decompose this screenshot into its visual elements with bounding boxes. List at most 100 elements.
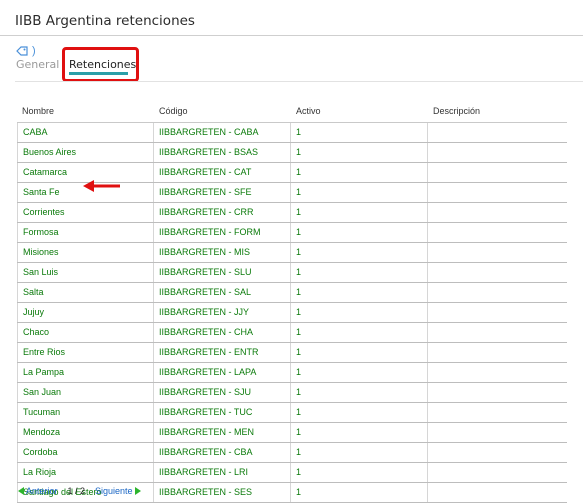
cell-codigo: IIBBARGRETEN - TUC — [154, 403, 291, 422]
cell-activo: 1 — [291, 343, 428, 362]
tag-icon — [16, 46, 28, 56]
table-row[interactable]: Jujuy IIBBARGRETEN - JJY 1 — [17, 303, 567, 323]
cell-nombre: San Luis — [17, 263, 154, 282]
column-header-activo[interactable]: Activo — [291, 104, 428, 122]
cell-activo: 1 — [291, 223, 428, 242]
cell-activo: 1 — [291, 483, 428, 502]
table-row[interactable]: Tucuman IIBBARGRETEN - TUC 1 — [17, 403, 567, 423]
cell-descripcion — [428, 483, 567, 502]
cell-descripcion — [428, 243, 567, 262]
cell-descripcion — [428, 443, 567, 462]
cell-descripcion — [428, 363, 567, 382]
next-page-label: Siguiente — [95, 486, 133, 496]
table-row[interactable]: La Rioja IIBBARGRETEN - LRI 1 — [17, 463, 567, 483]
cell-activo: 1 — [291, 303, 428, 322]
cell-descripcion — [428, 223, 567, 242]
cell-descripcion — [428, 183, 567, 202]
table-row[interactable]: Entre Rios IIBBARGRETEN - ENTR 1 — [17, 343, 567, 363]
cell-nombre: Salta — [17, 283, 154, 302]
cell-nombre: Formosa — [17, 223, 154, 242]
cell-nombre: San Juan — [17, 383, 154, 402]
cell-nombre: Corrientes — [17, 203, 154, 222]
cell-codigo: IIBBARGRETEN - MEN — [154, 423, 291, 442]
table-row[interactable]: CABA IIBBARGRETEN - CABA 1 — [17, 123, 567, 143]
cell-codigo: IIBBARGRETEN - CRR — [154, 203, 291, 222]
tab-general[interactable]: General — [16, 58, 59, 71]
cell-nombre: Chaco — [17, 323, 154, 342]
table-row[interactable]: Chaco IIBBARGRETEN - CHA 1 — [17, 323, 567, 343]
cell-descripcion — [428, 263, 567, 282]
cell-codigo: IIBBARGRETEN - CHA — [154, 323, 291, 342]
cell-descripcion — [428, 403, 567, 422]
cell-activo: 1 — [291, 383, 428, 402]
cell-activo: 1 — [291, 363, 428, 382]
column-header-descripcion[interactable]: Descripción — [428, 104, 567, 122]
table-row[interactable]: Salta IIBBARGRETEN - SAL 1 — [17, 283, 567, 303]
cell-codigo: IIBBARGRETEN - SAL — [154, 283, 291, 302]
cell-activo: 1 — [291, 123, 428, 142]
cell-nombre: CABA — [17, 123, 154, 142]
cell-codigo: IIBBARGRETEN - SES — [154, 483, 291, 502]
table-row[interactable]: Mendoza IIBBARGRETEN - MEN 1 — [17, 423, 567, 443]
cell-codigo: IIBBARGRETEN - ENTR — [154, 343, 291, 362]
cell-codigo: IIBBARGRETEN - CAT — [154, 163, 291, 182]
cell-activo: 1 — [291, 143, 428, 162]
cell-activo: 1 — [291, 323, 428, 342]
cell-codigo: IIBBARGRETEN - MIS — [154, 243, 291, 262]
cell-descripcion — [428, 163, 567, 182]
previous-page-label: Anterior — [26, 486, 58, 496]
cell-descripcion — [428, 303, 567, 322]
tabs-divider — [15, 81, 583, 82]
cell-codigo: IIBBARGRETEN - CBA — [154, 443, 291, 462]
cell-nombre: La Rioja — [17, 463, 154, 482]
column-header-codigo[interactable]: Código — [154, 104, 291, 122]
page-title: IIBB Argentina retenciones — [15, 13, 195, 29]
table-row[interactable]: Corrientes IIBBARGRETEN - CRR 1 — [17, 203, 567, 223]
next-page-link[interactable]: Siguiente — [95, 486, 141, 496]
cell-activo: 1 — [291, 243, 428, 262]
cell-descripcion — [428, 463, 567, 482]
cell-nombre: Cordoba — [17, 443, 154, 462]
cell-codigo: IIBBARGRETEN - LRI — [154, 463, 291, 482]
cell-codigo: IIBBARGRETEN - SJU — [154, 383, 291, 402]
cell-codigo: IIBBARGRETEN - CABA — [154, 123, 291, 142]
cell-nombre: Buenos Aires — [17, 143, 154, 162]
table-row[interactable]: La Pampa IIBBARGRETEN - LAPA 1 — [17, 363, 567, 383]
tag-link[interactable]: ) — [16, 45, 36, 57]
cell-nombre: La Pampa — [17, 363, 154, 382]
cell-activo: 1 — [291, 423, 428, 442]
cell-codigo: IIBBARGRETEN - SLU — [154, 263, 291, 282]
table-row[interactable]: San Juan IIBBARGRETEN - SJU 1 — [17, 383, 567, 403]
table-row[interactable]: San Luis IIBBARGRETEN - SLU 1 — [17, 263, 567, 283]
cell-activo: 1 — [291, 263, 428, 282]
table-row[interactable]: Misiones IIBBARGRETEN - MIS 1 — [17, 243, 567, 263]
cell-codigo: IIBBARGRETEN - BSAS — [154, 143, 291, 162]
table-row[interactable]: Buenos Aires IIBBARGRETEN - BSAS 1 — [17, 143, 567, 163]
table-row[interactable]: Cordoba IIBBARGRETEN - CBA 1 — [17, 443, 567, 463]
triangle-left-icon — [18, 487, 24, 495]
cell-descripcion — [428, 383, 567, 402]
cell-descripcion — [428, 283, 567, 302]
cell-codigo: IIBBARGRETEN - SFE — [154, 183, 291, 202]
chevron-right-icon: ) — [32, 45, 36, 57]
page-indicator: 1 / 2 — [67, 486, 86, 496]
cell-descripcion — [428, 323, 567, 342]
grid-header: Nombre Código Activo Descripción — [17, 104, 567, 123]
column-header-nombre[interactable]: Nombre — [17, 104, 154, 122]
cell-descripcion — [428, 343, 567, 362]
previous-page-link[interactable]: Anterior — [18, 486, 58, 496]
cell-activo: 1 — [291, 463, 428, 482]
cell-activo: 1 — [291, 163, 428, 182]
cell-codigo: IIBBARGRETEN - JJY — [154, 303, 291, 322]
cell-descripcion — [428, 423, 567, 442]
cell-descripcion — [428, 143, 567, 162]
cell-nombre: Jujuy — [17, 303, 154, 322]
annotation-highlight-box — [62, 47, 139, 82]
cell-nombre: Tucuman — [17, 403, 154, 422]
cell-activo: 1 — [291, 183, 428, 202]
cell-nombre: Misiones — [17, 243, 154, 262]
arrow-left-icon — [83, 180, 120, 192]
cell-codigo: IIBBARGRETEN - FORM — [154, 223, 291, 242]
table-row[interactable]: Formosa IIBBARGRETEN - FORM 1 — [17, 223, 567, 243]
cell-descripcion — [428, 203, 567, 222]
